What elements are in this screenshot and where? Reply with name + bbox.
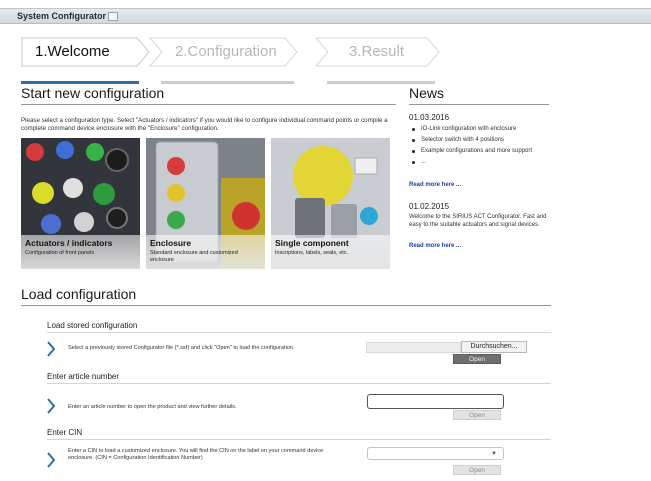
list-item: ... bbox=[409, 158, 549, 166]
news-read-more-1[interactable]: Read more here ... bbox=[409, 182, 461, 188]
tile-actuators-indicators[interactable]: Actuators / indicators Configuration of … bbox=[21, 138, 140, 269]
cin-heading: Enter CIN bbox=[47, 428, 83, 437]
list-item: Example configurations and more support bbox=[409, 147, 549, 155]
article-number-input[interactable] bbox=[367, 394, 504, 409]
news-heading: News bbox=[409, 85, 445, 101]
start-heading-rule bbox=[21, 104, 396, 105]
tile-single-caption: Single component Inscriptions, labels, s… bbox=[271, 235, 390, 269]
news-date-2: 01.02.2015 bbox=[409, 202, 450, 211]
window-titlebar: System Configurator bbox=[0, 8, 651, 24]
window-title: System Configurator bbox=[17, 11, 107, 21]
article-heading: Enter article number bbox=[47, 372, 120, 381]
step-configuration[interactable]: 2.Configuration bbox=[149, 37, 299, 67]
tile-actuators-subtitle: Configuration of front panels bbox=[25, 250, 95, 256]
news-heading-rule bbox=[409, 104, 549, 105]
cin-select[interactable]: ▼ bbox=[367, 447, 504, 460]
wizard-steps: 1.Welcome 2.Configuration 3.Result bbox=[21, 37, 441, 84]
load-stored-desc: Select a previously stored Configurator … bbox=[68, 345, 295, 351]
cin-rule bbox=[47, 439, 551, 440]
tile-actuators-title: Actuators / indicators bbox=[25, 238, 113, 248]
tile-enclosure[interactable]: Enclosure Standard enclosure and customi… bbox=[146, 138, 265, 269]
tile-actuators-caption: Actuators / indicators Configuration of … bbox=[21, 235, 140, 269]
step-result[interactable]: 3.Result bbox=[315, 37, 445, 67]
open-cin-button[interactable]: Open bbox=[453, 465, 501, 475]
step-result-bar bbox=[327, 81, 435, 84]
news-bullets-1: IO-Link configuration with enclosure Sel… bbox=[409, 125, 549, 169]
chevron-right-icon bbox=[47, 452, 56, 468]
load-heading-rule bbox=[21, 305, 551, 306]
step-result-label: 3.Result bbox=[349, 43, 405, 60]
chevron-down-icon: ▼ bbox=[491, 451, 497, 457]
article-rule bbox=[47, 383, 551, 384]
step-welcome-label: 1.Welcome bbox=[35, 43, 110, 60]
tile-single-subtitle: Inscriptions, labels, seals, etc. bbox=[275, 250, 349, 256]
tile-enclosure-caption: Enclosure Standard enclosure and customi… bbox=[146, 235, 265, 269]
cin-desc: Enter a CIN to load a customized enclosu… bbox=[68, 448, 324, 461]
chevron-right-icon bbox=[47, 398, 56, 414]
load-stored-heading: Load stored configuration bbox=[47, 321, 138, 330]
start-heading: Start new configuration bbox=[21, 85, 165, 101]
tile-single-component[interactable]: Single component Inscriptions, labels, s… bbox=[271, 138, 390, 269]
file-path-field[interactable] bbox=[366, 342, 461, 353]
step-configuration-bar bbox=[161, 81, 294, 84]
start-intro: Please select a configuration type. Sele… bbox=[21, 117, 388, 132]
welcome-page: 1.Welcome 2.Configuration 3.Result Start… bbox=[10, 25, 642, 481]
open-stored-button[interactable]: Open bbox=[453, 354, 501, 364]
chevron-right-icon bbox=[47, 341, 56, 357]
tile-single-title: Single component bbox=[275, 238, 349, 248]
step-welcome-bar bbox=[21, 81, 139, 84]
step-configuration-label: 2.Configuration bbox=[175, 43, 277, 60]
step-welcome[interactable]: 1.Welcome bbox=[21, 37, 151, 67]
tile-enclosure-title: Enclosure bbox=[150, 238, 192, 248]
article-desc: Enter an article number to open the prod… bbox=[68, 404, 237, 410]
list-item: IO-Link configuration with enclosure bbox=[409, 125, 549, 133]
window-restore-icon[interactable] bbox=[108, 12, 118, 21]
news-read-more-2[interactable]: Read more here ... bbox=[409, 243, 461, 249]
list-item: Selector switch with 4 positions bbox=[409, 136, 549, 144]
news-date-1: 01.03.2016 bbox=[409, 113, 450, 122]
open-article-button[interactable]: Open bbox=[453, 410, 501, 420]
tile-enclosure-subtitle: Standard enclosure and customized enclos… bbox=[150, 250, 238, 263]
load-stored-rule bbox=[47, 332, 551, 333]
load-heading: Load configuration bbox=[21, 286, 137, 302]
news-text-2: Welcome to the SIRIUS ACT Configurator. … bbox=[409, 214, 547, 228]
browse-button[interactable]: Durchsuchen... bbox=[461, 341, 527, 353]
